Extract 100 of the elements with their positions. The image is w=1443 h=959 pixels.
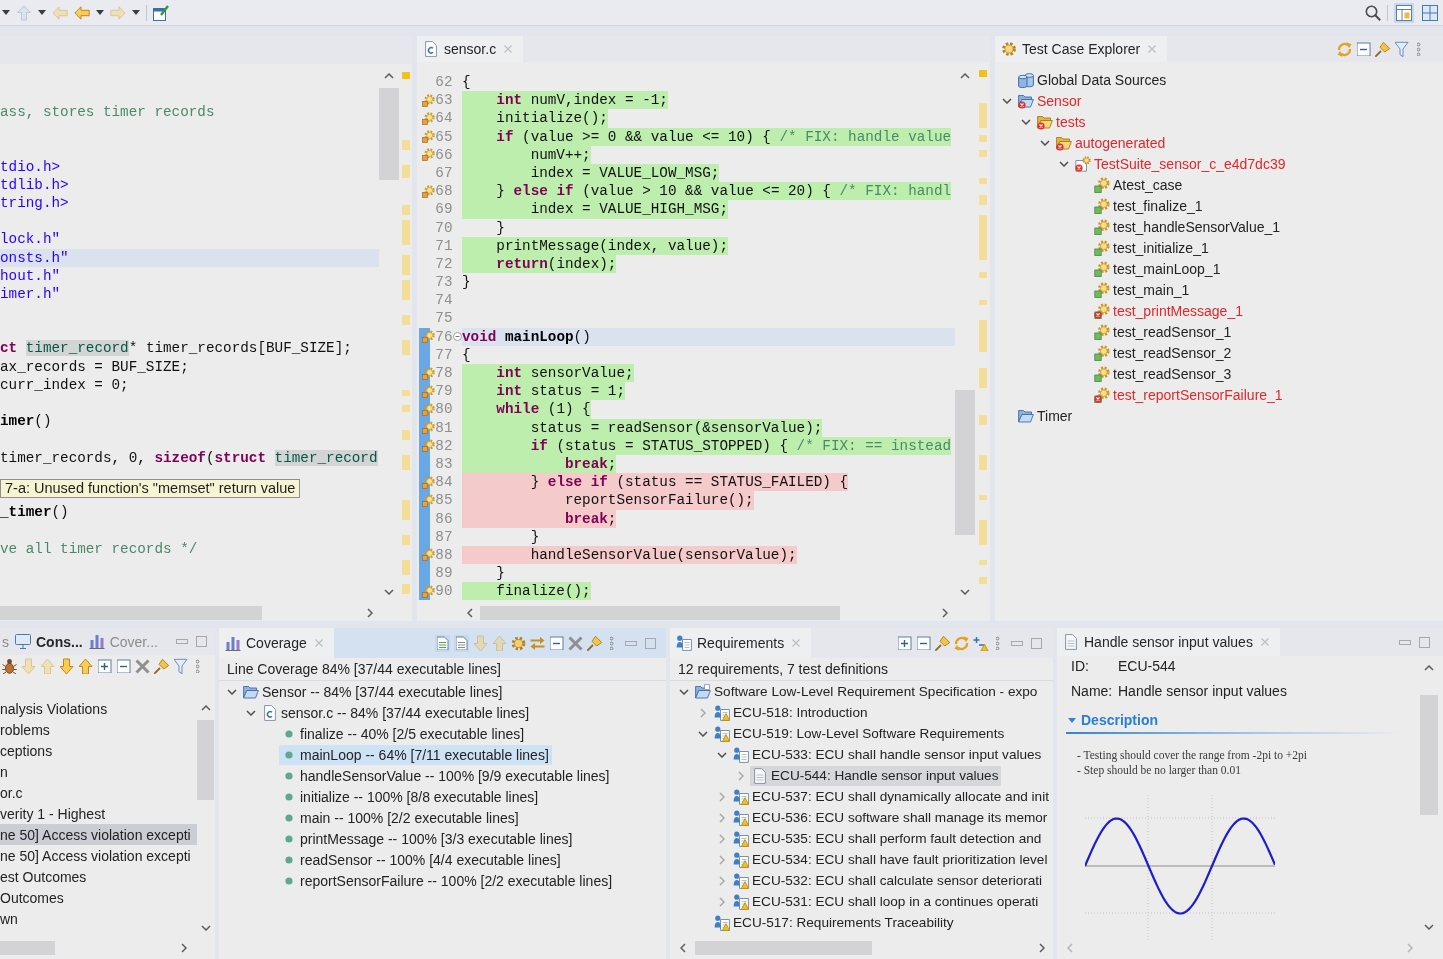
tree-item[interactable]: Global Data Sources — [1016, 69, 1170, 90]
tree-item[interactable]: TestSuite_sensor_c_e4d7dc39 — [1073, 153, 1289, 174]
close-icon[interactable] — [1148, 45, 1157, 53]
dropdown-caret-icon[interactable] — [132, 10, 140, 15]
bug-icon[interactable] — [0, 656, 19, 676]
tree-item[interactable]: ECU-517: Requirements Traceability — [712, 912, 957, 933]
tree-item[interactable]: mainLoop -- 64% [7/11 executable lines] — [279, 744, 552, 765]
document-icon[interactable] — [435, 634, 450, 652]
scroll-up-icon[interactable] — [1424, 665, 1434, 671]
list-item[interactable]: n — [0, 761, 197, 782]
window-layout-icon[interactable] — [1394, 2, 1414, 23]
list-item[interactable]: est Outcomes — [0, 866, 197, 887]
tree-item[interactable]: handleSensorValue -- 100% [9/9 executable lines] — [279, 765, 613, 786]
scrollbar-thumb[interactable] — [480, 606, 840, 620]
minimize-icon[interactable] — [1011, 640, 1023, 646]
list-item[interactable]: ceptions — [0, 740, 197, 761]
grid-icon[interactable] — [1420, 2, 1440, 23]
chevron-down-icon[interactable] — [1021, 118, 1031, 125]
tree-item[interactable]: test_finalize_1 — [1092, 195, 1206, 216]
minimize-icon[interactable] — [1399, 639, 1411, 645]
chevron-right-icon[interactable] — [738, 770, 744, 781]
scrollbar-thumb[interactable] — [0, 941, 55, 955]
chevron-right-icon[interactable] — [719, 812, 725, 823]
scrollbar-thumb[interactable] — [695, 941, 872, 955]
window-pencil-icon[interactable] — [153, 4, 169, 21]
plus-square-icon[interactable] — [96, 657, 113, 675]
tree-item[interactable]: autogenerated — [1054, 132, 1169, 153]
tree-item[interactable]: test_initialize_1 — [1092, 237, 1212, 258]
chevron-right-icon[interactable] — [719, 854, 725, 865]
chevron-down-icon[interactable] — [698, 730, 708, 737]
tree-item[interactable]: Software Low-Level Requirement Specification - expo — [693, 681, 1041, 702]
list-item[interactable]: ne 50] Access violation excepti — [0, 845, 197, 866]
scroll-left-icon[interactable] — [467, 608, 473, 618]
brush-icon[interactable] — [152, 656, 171, 676]
chevron-right-icon[interactable] — [719, 833, 725, 844]
search-icon[interactable] — [1365, 4, 1381, 21]
chevron-down-icon[interactable] — [679, 688, 689, 695]
tree-item[interactable]: ECU-536: ECU software shall manage its memor — [731, 807, 1051, 828]
list-item[interactable]: nalysis Violations — [0, 698, 197, 719]
tree-item[interactable]: test_mainLoop_1 — [1092, 258, 1224, 279]
scrollbar-thumb[interactable] — [197, 720, 214, 800]
cross-icon[interactable] — [133, 656, 152, 676]
section-toggle[interactable]: Description — [1068, 710, 1158, 730]
list-item[interactable]: Outcomes — [0, 887, 197, 908]
kebab-menu-icon[interactable] — [608, 634, 615, 652]
chevron-down-icon[interactable] — [717, 751, 727, 758]
close-icon[interactable] — [792, 639, 801, 647]
left-arrow-icon[interactable] — [74, 5, 90, 20]
scrollbar-thumb[interactable] — [0, 606, 262, 620]
tab[interactable]: Coverage — [219, 628, 334, 658]
down-arrow-icon[interactable] — [58, 656, 75, 676]
tree-item[interactable]: printMessage -- 100% [3/3 executable lines] — [279, 828, 576, 849]
tree-item[interactable]: test_readSensor_1 — [1092, 321, 1235, 342]
tree-item[interactable]: initialize -- 100% [8/8 executable lines] — [279, 786, 542, 807]
chevron-right-icon[interactable] — [719, 791, 725, 802]
plus-square-icon[interactable] — [896, 634, 913, 652]
tab[interactable]: sensor.c — [417, 36, 524, 62]
maximize-icon[interactable] — [1419, 636, 1430, 648]
tree-item[interactable]: ECU-535: ECU shall perform fault detection and — [731, 828, 1045, 849]
tree-item[interactable]: test_readSensor_3 — [1092, 363, 1235, 384]
tree-item[interactable]: Timer — [1016, 405, 1076, 426]
tree-item[interactable]: ECU-519: Low-Level Software Requirements — [712, 723, 1008, 744]
scroll-down-icon[interactable] — [1424, 924, 1434, 930]
tree-item[interactable]: test_printMessage_1 — [1092, 300, 1246, 321]
list-item[interactable]: ne 50] Access violation excepti — [0, 824, 197, 845]
tree-item[interactable]: ECU-518: Introduction — [712, 702, 871, 723]
tree-item[interactable]: readSensor -- 100% [4/4 executable lines] — [279, 849, 564, 870]
funnel-icon[interactable] — [172, 656, 189, 676]
scroll-down-icon[interactable] — [960, 589, 970, 595]
dropdown-caret-icon[interactable] — [38, 10, 46, 15]
minus-square-icon[interactable] — [915, 634, 932, 652]
scroll-right-icon[interactable] — [1039, 943, 1045, 953]
tree-item[interactable]: tests — [1035, 111, 1089, 132]
chevron-down-icon[interactable] — [227, 688, 237, 695]
brush-icon[interactable] — [933, 633, 952, 653]
tree-item[interactable]: Atest_case — [1092, 174, 1186, 195]
scroll-up-icon[interactable] — [384, 73, 394, 79]
scroll-up-icon[interactable] — [200, 705, 211, 711]
scroll-right-icon[interactable] — [942, 608, 948, 618]
minus-square-icon[interactable] — [548, 634, 565, 652]
cross-icon[interactable] — [566, 633, 585, 653]
chevron-down-icon[interactable] — [1059, 160, 1069, 167]
tree-item[interactable]: sensor.c -- 84% [37/44 executable lines] — [260, 702, 533, 723]
document-icon[interactable] — [454, 634, 469, 652]
tab[interactable]: Cons... — [13, 628, 87, 655]
close-icon[interactable] — [504, 45, 513, 53]
maximize-icon[interactable] — [645, 637, 656, 649]
tree-item[interactable]: test_main_1 — [1092, 279, 1193, 300]
tree-item[interactable]: test_handleSensorValue_1 — [1092, 216, 1284, 237]
chevron-down-icon[interactable] — [246, 709, 256, 716]
minus-square-icon[interactable] — [115, 657, 132, 675]
scroll-up-icon[interactable] — [960, 73, 970, 79]
chevron-right-icon[interactable] — [700, 707, 706, 718]
dropdown-caret-icon[interactable] — [2, 10, 10, 15]
tree-item[interactable]: test_reportSensorFailure_1 — [1092, 384, 1286, 405]
close-icon[interactable] — [1260, 638, 1269, 646]
scrollbar-thumb[interactable] — [379, 88, 399, 180]
tree-item[interactable]: reportSensorFailure -- 100% [2/2 executable lines] — [279, 870, 616, 891]
minimize-icon[interactable] — [625, 640, 637, 646]
tab[interactable]: Requirements — [670, 628, 812, 658]
